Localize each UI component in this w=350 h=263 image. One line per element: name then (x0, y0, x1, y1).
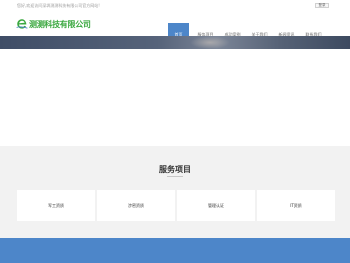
login-button[interactable]: 登录 (315, 3, 329, 8)
stylized-e-icon (16, 19, 28, 29)
service-cards: 军工资质 涉密资质 管理认证 IT资质 (17, 190, 335, 221)
services-section: 服务项目 军工资质 涉密资质 管理认证 IT资质 (0, 146, 350, 238)
service-card-label: IT资质 (290, 203, 302, 208)
service-card-label: 军工资质 (48, 203, 64, 208)
site-logo[interactable]: 测测科技有限公司 (16, 17, 91, 31)
service-card-management[interactable]: 管理认证 (177, 190, 255, 221)
service-card-it[interactable]: IT资质 (257, 190, 335, 221)
services-title: 服务项目 (159, 165, 191, 174)
welcome-text: 您好,欢迎访问深圳测测科技有限公司官方网站! (17, 3, 100, 8)
banner-image-highlight (190, 36, 230, 49)
hero-banner (0, 36, 350, 49)
title-divider (167, 176, 183, 177)
service-card-military[interactable]: 军工资质 (17, 190, 95, 221)
blue-section (0, 238, 350, 263)
top-bar: 您好,欢迎访问深圳测测科技有限公司官方网站! 登录 (0, 0, 350, 11)
service-card-label: 管理认证 (208, 203, 224, 208)
site-header: 测测科技有限公司 首页 服务项目 成功案例 关于我们 新闻资讯 联系我们 (0, 11, 350, 47)
service-card-classified[interactable]: 涉密资质 (97, 190, 175, 221)
logo-text: 测测科技有限公司 (29, 19, 91, 29)
content-area (0, 49, 350, 146)
service-card-label: 涉密资质 (128, 203, 144, 208)
